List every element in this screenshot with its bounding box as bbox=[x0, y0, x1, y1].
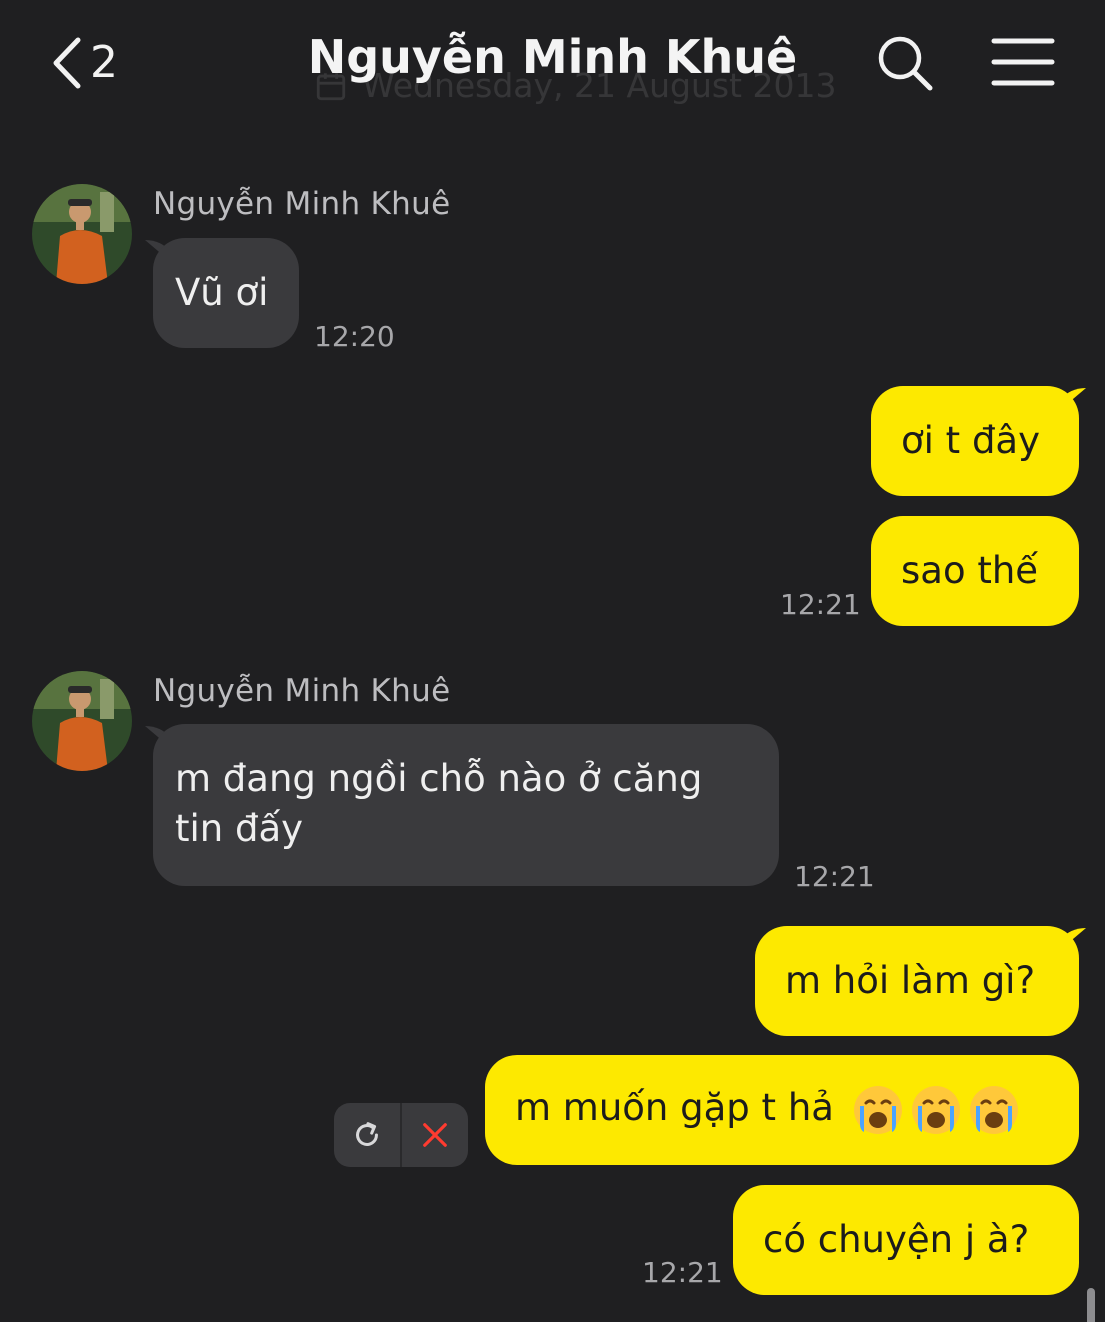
message-bubble-outgoing[interactable]: m hỏi làm gì? bbox=[755, 926, 1079, 1036]
message-text-line: m đang ngồi chỗ nào ở căng bbox=[175, 757, 703, 800]
message-time: 12:21 bbox=[794, 860, 875, 893]
back-button[interactable]: 2 bbox=[44, 30, 144, 96]
hamburger-icon bbox=[991, 38, 1055, 86]
message-bubble-incoming[interactable]: m đang ngồi chỗ nào ở căng tin đấy bbox=[153, 724, 779, 886]
resend-button[interactable] bbox=[334, 1103, 400, 1167]
avatar-photo bbox=[32, 184, 132, 284]
failed-message-actions bbox=[334, 1103, 468, 1167]
search-button[interactable] bbox=[874, 32, 936, 94]
message-bubble-incoming[interactable]: Vũ ơi bbox=[153, 238, 299, 348]
message-bubble-outgoing[interactable]: m muốn gặp t hả bbox=[485, 1055, 1079, 1165]
chat-header: Wednesday, 21 August 2013 2 Nguyễn Minh … bbox=[0, 0, 1105, 140]
avatar-photo bbox=[32, 671, 132, 771]
delete-failed-button[interactable] bbox=[402, 1103, 468, 1167]
message-time: 12:21 bbox=[780, 588, 861, 621]
close-icon bbox=[423, 1123, 447, 1147]
loudly-crying-face-icon bbox=[911, 1085, 960, 1134]
message-bubble-outgoing[interactable]: ơi t đây bbox=[871, 386, 1079, 496]
chat-title: Nguyễn Minh Khuê bbox=[307, 30, 798, 84]
unread-count: 2 bbox=[90, 37, 118, 88]
menu-button[interactable] bbox=[990, 36, 1056, 88]
avatar[interactable] bbox=[32, 184, 132, 284]
sender-name: Nguyễn Minh Khuê bbox=[153, 673, 451, 709]
search-icon bbox=[878, 36, 933, 91]
chevron-left-icon bbox=[53, 37, 81, 89]
chat-screen: Wednesday, 21 August 2013 2 Nguyễn Minh … bbox=[0, 0, 1105, 1322]
scrollbar-thumb[interactable] bbox=[1087, 1288, 1095, 1322]
message-text: m hỏi làm gì? bbox=[785, 959, 1036, 1002]
message-text: Vũ ơi bbox=[175, 271, 269, 314]
loudly-crying-face-icon bbox=[969, 1085, 1018, 1134]
message-time: 12:21 bbox=[642, 1256, 723, 1289]
sender-name: Nguyễn Minh Khuê bbox=[153, 186, 451, 222]
message-text: sao thế bbox=[901, 549, 1039, 592]
message-bubble-outgoing[interactable]: sao thế bbox=[871, 516, 1079, 626]
message-text: có chuyện j à? bbox=[763, 1218, 1030, 1261]
message-bubble-outgoing[interactable]: có chuyện j à? bbox=[733, 1185, 1079, 1295]
refresh-icon bbox=[356, 1122, 378, 1146]
message-text: ơi t đây bbox=[901, 419, 1041, 462]
message-time: 12:20 bbox=[314, 320, 395, 353]
avatar[interactable] bbox=[32, 671, 132, 771]
message-text: m muốn gặp t hả bbox=[515, 1086, 834, 1129]
message-text-line: tin đấy bbox=[175, 807, 304, 850]
loudly-crying-face-icon bbox=[853, 1085, 902, 1134]
